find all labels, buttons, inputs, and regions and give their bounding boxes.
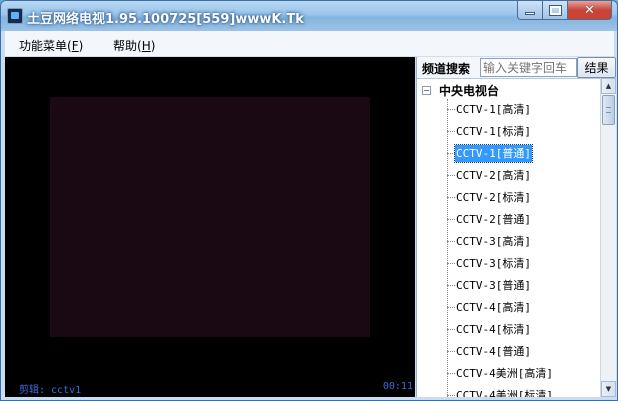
channel-item[interactable]: CCTV-2[普通] <box>447 210 532 228</box>
close-button[interactable]: ✕ <box>567 1 612 20</box>
channel-tree[interactable]: − 中央电视台 CCTV-1[高清] CCTV-1[标清] CCTV-1[普通] CC… <box>417 78 600 397</box>
playback-time: 00:11 <box>382 381 413 392</box>
scroll-up-icon[interactable]: ▲ <box>601 78 616 94</box>
menu-bar: 功能菜单(F) 帮助(H) <box>5 31 614 57</box>
app-window: 土豆网络电视1.95.100725[559]wwwK.Tk ✕ 功能菜单(F) … <box>0 0 618 401</box>
grip-icon <box>606 107 611 113</box>
tree-root-cctv[interactable]: − 中央电视台 <box>421 82 499 98</box>
channel-item-label: CCTV-3[标清] <box>456 256 531 270</box>
menu-help-label: 帮助( <box>113 39 142 53</box>
scroll-thumb[interactable] <box>602 95 615 125</box>
tree-branch-line <box>447 174 455 176</box>
channel-item-label: CCTV-2[普通] <box>456 212 531 226</box>
menu-help-accel: H <box>141 39 151 53</box>
channel-item-label: CCTV-1[普通] <box>454 143 533 163</box>
app-icon[interactable] <box>7 8 23 24</box>
channel-item-label: CCTV-4[高清] <box>456 300 531 314</box>
tree-branch-line <box>447 328 455 330</box>
menu-help-close: ) <box>150 39 156 53</box>
channel-item[interactable]: CCTV-1[普通] <box>447 143 533 163</box>
close-icon: ✕ <box>584 2 595 18</box>
channel-item-label: CCTV-4[普通] <box>456 344 531 358</box>
channel-item[interactable]: CCTV-4[普通] <box>447 342 532 360</box>
window-title: 土豆网络电视1.95.100725[559]wwwK.Tk <box>27 12 304 27</box>
menu-function[interactable]: 功能菜单(F) <box>19 37 83 54</box>
channel-item-label: CCTV-3[普通] <box>456 278 531 292</box>
tree-branch-line <box>447 262 455 264</box>
tree-branch-line <box>447 218 455 220</box>
video-player[interactable]: 剪辑: cctv1 00:11 <box>5 57 415 397</box>
tree-branch-line <box>447 152 455 154</box>
channel-panel: 频道搜索 结果 − 中央电视台 CCTV-1[高清] CCTV-1[标清] CCTV… <box>416 57 616 397</box>
title-bar[interactable]: 土豆网络电视1.95.100725[559]wwwK.Tk ✕ <box>1 1 617 31</box>
channel-item-label: CCTV-4美洲[高清] <box>456 366 553 380</box>
search-label: 频道搜索 <box>422 62 471 76</box>
channel-item[interactable]: CCTV-1[高清] <box>447 100 532 118</box>
channel-item[interactable]: CCTV-1[标清] <box>447 122 532 140</box>
tree-branch-line <box>447 350 455 352</box>
menu-function-label: 功能菜单( <box>19 39 72 53</box>
channel-item[interactable]: CCTV-4美洲[高清] <box>447 364 554 382</box>
minimize-button[interactable] <box>517 1 543 20</box>
minimize-icon <box>525 11 535 15</box>
channel-item-label: CCTV-4美洲[标清] <box>456 388 553 398</box>
menu-function-accel: F <box>71 39 79 53</box>
tree-branch-line <box>447 306 455 308</box>
collapse-icon[interactable]: − <box>422 85 431 95</box>
tree-branch-line <box>447 394 455 396</box>
search-row: 频道搜索 结果 <box>417 57 616 78</box>
channel-item-label: CCTV-1[高清] <box>456 102 531 116</box>
channel-item[interactable]: CCTV-3[标清] <box>447 254 532 272</box>
channel-item[interactable]: CCTV-3[高清] <box>447 232 532 250</box>
channel-item-label: CCTV-2[高清] <box>456 168 531 182</box>
tree-branch-line <box>447 108 455 110</box>
tree-root-label: 中央电视台 <box>439 83 500 98</box>
maximize-icon <box>548 4 562 16</box>
tree-branch-line <box>447 240 455 242</box>
channel-item[interactable]: CCTV-2[高清] <box>447 166 532 184</box>
clip-label: 剪辑: cctv1 <box>19 385 82 396</box>
channel-item-label: CCTV-2[标清] <box>456 190 531 204</box>
channel-item[interactable]: CCTV-2[标清] <box>447 188 532 206</box>
channel-item[interactable]: CCTV-3[普通] <box>447 276 532 294</box>
vertical-scrollbar[interactable]: ▲ ▼ <box>600 78 616 397</box>
menu-function-close: ) <box>78 39 84 53</box>
channel-item[interactable]: CCTV-4[标清] <box>447 320 532 338</box>
search-input[interactable] <box>480 58 577 77</box>
menu-help[interactable]: 帮助(H) <box>113 37 155 54</box>
tree-branch-line <box>447 284 455 286</box>
channel-item-label: CCTV-3[高清] <box>456 234 531 248</box>
channel-item[interactable]: CCTV-4[高清] <box>447 298 532 316</box>
video-frame[interactable] <box>50 97 370 337</box>
scroll-down-icon[interactable]: ▼ <box>601 381 616 397</box>
channel-item[interactable]: CCTV-4美洲[标清] <box>447 386 554 397</box>
result-button[interactable]: 结果 <box>577 57 616 78</box>
tree-branch-line <box>447 372 455 374</box>
tree-branch-line <box>447 196 455 198</box>
channel-item-label: CCTV-4[标清] <box>456 322 531 336</box>
tree-branch-line <box>447 130 455 132</box>
channel-item-label: CCTV-1[标清] <box>456 124 531 138</box>
maximize-button[interactable] <box>542 1 568 20</box>
